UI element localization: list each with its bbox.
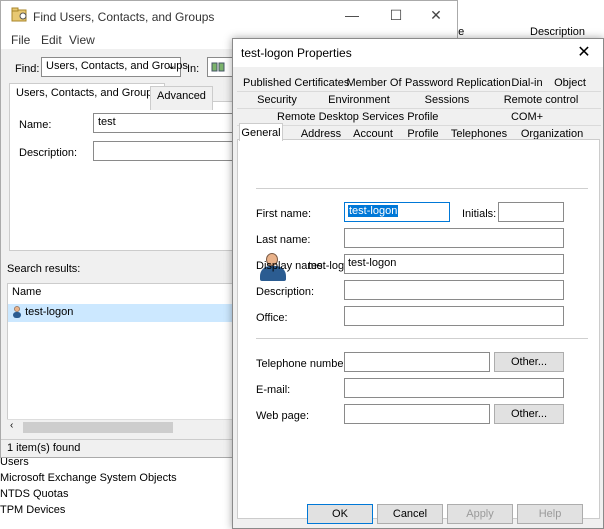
description-input[interactable] (344, 280, 564, 300)
tree-item[interactable]: TPM Devices (0, 504, 65, 516)
tab-remote-control[interactable]: Remote control (491, 92, 591, 108)
first-name-label: First name: (256, 208, 312, 220)
cancel-button[interactable]: Cancel (377, 504, 443, 524)
web-page-input[interactable] (344, 404, 490, 424)
email-label: E-mail: (256, 384, 291, 396)
find-type-select[interactable]: Users, Contacts, and Groups ⌄ (41, 57, 188, 77)
last-name-input[interactable] (344, 228, 564, 248)
tab-password-replication[interactable]: Password Replication (405, 75, 511, 91)
description-label: Description: (256, 286, 315, 298)
results-name-column-header[interactable]: Name (8, 284, 232, 302)
tab-row-2: Security Environment Sessions Remote con… (237, 92, 601, 109)
search-results-label: Search results: (7, 263, 81, 275)
display-name-input[interactable]: test-logon (344, 254, 564, 274)
tab-general[interactable]: General (239, 123, 283, 141)
properties-titlebar[interactable]: test-logon Properties ✕ (233, 39, 603, 67)
tab-rows: Published Certificates Member Of Passwor… (237, 75, 601, 143)
telephone-label: Telephone number: (256, 358, 351, 370)
close-button[interactable]: ✕ (421, 7, 451, 24)
tab-remote-desktop-services-profile[interactable]: Remote Desktop Services Profile (277, 109, 438, 125)
scroll-left-icon[interactable]: ‹ (10, 420, 13, 431)
telephone-input[interactable] (344, 352, 490, 372)
web-page-label: Web page: (256, 410, 310, 422)
tab-sessions[interactable]: Sessions (407, 92, 487, 108)
name-input[interactable]: test (93, 113, 243, 133)
find-users-icon (11, 7, 27, 22)
divider (256, 338, 588, 339)
tab-advanced[interactable]: Advanced (150, 86, 213, 110)
scrollbar-thumb[interactable] (23, 422, 173, 433)
maximize-button[interactable]: ☐ (381, 7, 411, 24)
tab-environment[interactable]: Environment (315, 92, 403, 108)
tab-row-3: Remote Desktop Services Profile COM+ (237, 109, 601, 126)
tab-security[interactable]: Security (243, 92, 311, 108)
find-dialog-title: Find Users, Contacts, and Groups (33, 10, 215, 24)
domain-icon (211, 62, 225, 72)
first-name-value: test-logon (348, 205, 399, 217)
web-page-other-button[interactable]: Other... (494, 404, 564, 424)
ok-button[interactable]: OK (307, 504, 373, 524)
apply-button[interactable]: Apply (447, 504, 513, 524)
display-name-label: Display name: (256, 260, 326, 272)
tab-com-plus[interactable]: COM+ (487, 109, 567, 125)
divider (256, 188, 588, 189)
user-icon (13, 306, 21, 319)
chevron-down-icon: ⌄ (166, 60, 176, 72)
initials-input[interactable] (498, 202, 564, 222)
result-name: test-logon (25, 306, 74, 318)
tree-item[interactable]: Microsoft Exchange System Objects (0, 472, 177, 484)
tab-object[interactable]: Object (549, 75, 591, 91)
description-label: Description: (19, 147, 78, 159)
name-label: Name: (19, 119, 52, 131)
office-label: Office: (256, 312, 288, 324)
initials-label: Initials: (462, 208, 497, 220)
close-icon[interactable]: ✕ (569, 42, 599, 64)
table-row[interactable]: test-logon (8, 304, 232, 322)
description-column-header[interactable]: Description (530, 26, 585, 38)
aduc-tree-bottom: Users Microsoft Exchange System Objects … (0, 454, 232, 529)
menu-file[interactable]: File (11, 33, 30, 47)
tab-users-contacts-groups[interactable]: Users, Contacts, and Groups (9, 83, 165, 110)
minimize-button[interactable]: — (337, 7, 367, 23)
menu-view[interactable]: View (69, 33, 95, 47)
office-input[interactable] (344, 306, 564, 326)
first-name-input[interactable]: test-logon (344, 202, 450, 222)
status-bar: 1 item(s) found (1, 439, 233, 457)
properties-title: test-logon Properties (241, 46, 352, 60)
tab-row-1: Published Certificates Member Of Passwor… (237, 75, 601, 92)
search-results-list: Name test-logon (7, 283, 233, 435)
tree-item[interactable]: NTDS Quotas (0, 488, 68, 500)
telephone-other-button[interactable]: Other... (494, 352, 564, 372)
description-input[interactable] (93, 141, 243, 161)
general-tab-panel: test-logon First name: test-logon Initia… (237, 139, 600, 519)
horizontal-scrollbar[interactable]: ‹ (7, 419, 233, 435)
tab-published-certificates[interactable]: Published Certificates (243, 75, 349, 91)
menu-edit[interactable]: Edit (41, 33, 62, 47)
properties-dialog: test-logon Properties ✕ Published Certif… (232, 38, 604, 529)
find-titlebar[interactable]: Find Users, Contacts, and Groups — ☐ ✕ (1, 1, 457, 31)
tab-dial-in[interactable]: Dial-in (507, 75, 547, 91)
in-label: In: (187, 63, 200, 75)
last-name-label: Last name: (256, 234, 311, 246)
find-label: Find: (15, 63, 40, 75)
help-button[interactable]: Help (517, 504, 583, 524)
email-input[interactable] (344, 378, 564, 398)
tab-member-of[interactable]: Member Of (345, 75, 403, 91)
